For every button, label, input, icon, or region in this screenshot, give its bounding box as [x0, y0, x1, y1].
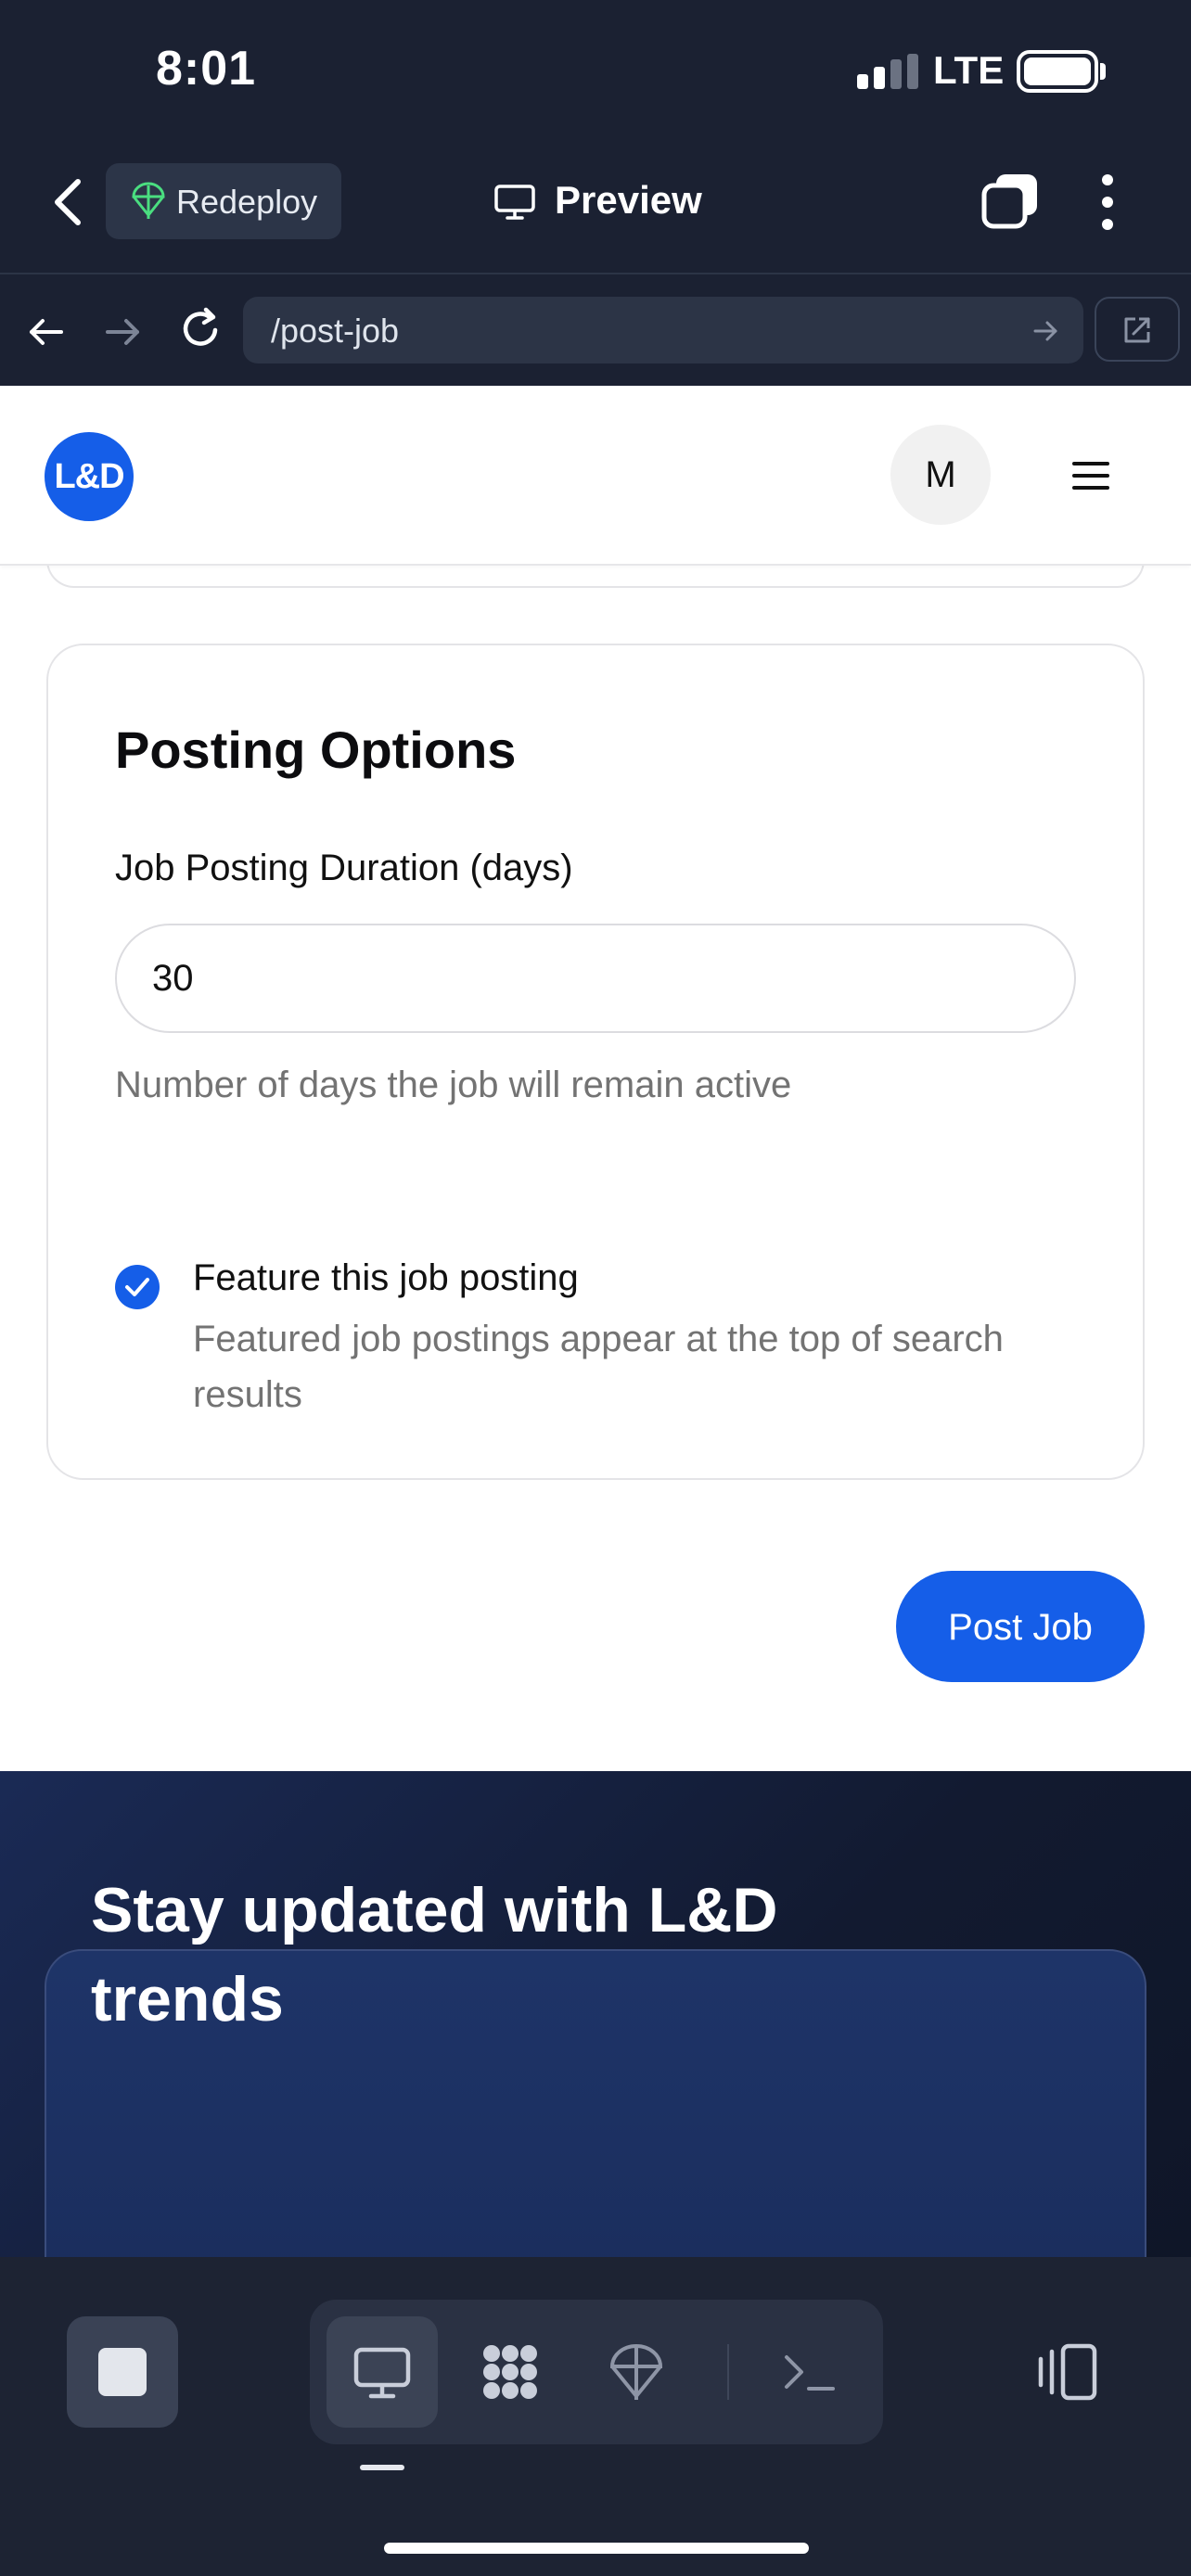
more-vertical-icon[interactable] — [1096, 172, 1119, 232]
url-bar[interactable]: /post-job — [243, 297, 1083, 363]
web-page: L&D M Posting Options Job Posting Durati… — [0, 386, 1191, 1771]
footer-section: Stay updated with L&D trends — [0, 1771, 1191, 2320]
duration-label: Job Posting Duration (days) — [115, 848, 573, 888]
parachute-icon — [132, 182, 165, 219]
battery-tip — [1100, 63, 1106, 80]
parachute-icon — [609, 2344, 663, 2400]
stop-button[interactable] — [67, 2316, 178, 2428]
site-header: L&D M — [0, 386, 1191, 566]
hamburger-menu-icon[interactable] — [1072, 460, 1109, 491]
redeploy-button[interactable]: Redeploy — [106, 163, 341, 239]
separator — [727, 2344, 729, 2400]
desktop-icon — [353, 2347, 411, 2399]
go-arrow-icon[interactable] — [1031, 317, 1059, 345]
battery-icon — [1017, 50, 1098, 93]
grid-view-button[interactable] — [455, 2316, 566, 2428]
browser-forward-icon[interactable] — [102, 312, 143, 352]
user-avatar[interactable]: M — [890, 425, 991, 525]
redeploy-label: Redeploy — [176, 183, 318, 221]
open-external-button[interactable] — [1095, 297, 1180, 362]
split-view-icon[interactable] — [1035, 2339, 1102, 2405]
terminal-icon — [785, 2355, 835, 2391]
network-label: LTE — [933, 48, 1005, 92]
posting-options-card: Posting Options Job Posting Duration (da… — [46, 644, 1145, 1480]
card-title: Posting Options — [115, 721, 517, 779]
post-job-button[interactable]: Post Job — [896, 1571, 1145, 1682]
site-logo[interactable]: L&D — [45, 432, 134, 521]
divider — [0, 273, 1191, 274]
duration-input[interactable] — [115, 924, 1076, 1033]
home-indicator — [384, 2543, 809, 2554]
active-indicator — [360, 2465, 404, 2470]
browser-back-icon[interactable] — [26, 312, 67, 352]
tabs-icon[interactable] — [981, 172, 1039, 230]
external-link-icon — [1124, 317, 1150, 343]
status-time: 8:01 — [156, 42, 257, 96]
newsletter-title: Stay updated with L&D trends — [91, 1875, 778, 2034]
feature-description: Featured job postings appear at the top … — [193, 1319, 1004, 1415]
grid-dots-icon — [483, 2345, 537, 2399]
check-icon — [125, 1278, 149, 1296]
preview-label: Preview — [555, 178, 702, 222]
deploy-view-button[interactable] — [581, 2316, 692, 2428]
view-switcher — [310, 2300, 883, 2444]
url-text: /post-job — [271, 312, 400, 350]
back-chevron-icon[interactable] — [50, 176, 87, 228]
feature-checkbox[interactable] — [115, 1265, 160, 1309]
reload-icon[interactable] — [178, 306, 224, 352]
monitor-icon — [494, 185, 535, 220]
stop-icon — [98, 2348, 147, 2396]
duration-hint: Number of days the job will remain activ… — [115, 1065, 792, 1105]
bottom-toolbar — [0, 2257, 1191, 2576]
signal-icon — [857, 54, 918, 89]
terminal-view-button[interactable] — [753, 2316, 864, 2428]
desktop-view-button[interactable] — [327, 2316, 438, 2428]
feature-label[interactable]: Feature this job posting — [193, 1257, 579, 1299]
